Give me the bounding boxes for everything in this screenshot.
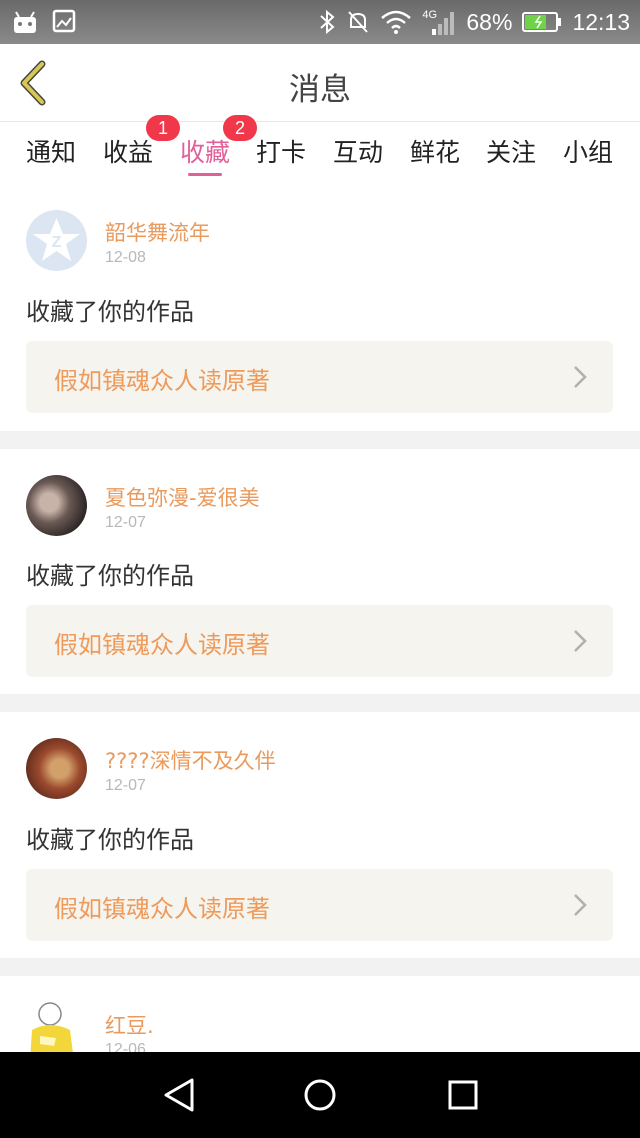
- list-item: 夏色弥漫-爱很美 12-07 收藏了你的作品 假如镇魂众人读原著: [0, 449, 640, 694]
- tab-checkin[interactable]: 打卡: [256, 133, 306, 169]
- list-item: Z 韶华舞流年 12-08 收藏了你的作品 假如镇魂众人读原著: [0, 190, 640, 431]
- chevron-right-icon: [574, 630, 587, 652]
- work-title: 假如镇魂众人读原著: [54, 631, 270, 659]
- earnings-unread-badge: 1: [146, 115, 180, 141]
- signal-indicator: 4G: [422, 7, 456, 37]
- active-tab-indicator: [188, 173, 222, 176]
- username[interactable]: 韶华舞流年: [105, 217, 210, 247]
- timestamp: 12-07: [105, 777, 146, 794]
- username[interactable]: 红豆.: [105, 1010, 154, 1040]
- wifi-icon: [381, 10, 412, 34]
- work-title: 假如镇魂众人读原著: [54, 895, 270, 923]
- tab-notifications[interactable]: 通知: [26, 133, 76, 169]
- username[interactable]: ????深情不及久伴: [105, 745, 276, 775]
- tab-interaction[interactable]: 互动: [333, 133, 383, 169]
- divider: [0, 694, 640, 712]
- status-bar: 4G 68% 12:13: [0, 0, 640, 44]
- username[interactable]: 夏色弥漫-爱很美: [105, 482, 260, 512]
- work-link[interactable]: 假如镇魂众人读原著: [26, 341, 613, 413]
- timestamp: 12-07: [105, 514, 146, 531]
- android-notification-icon: [14, 11, 36, 33]
- battery-icon: [522, 12, 562, 32]
- favorites-unread-badge: 2: [223, 115, 257, 141]
- tab-flowers[interactable]: 鲜花: [410, 133, 460, 169]
- divider: [0, 431, 640, 449]
- list-item: 红豆. 12-06: [0, 976, 640, 1052]
- activity-text: 收藏了你的作品: [26, 826, 194, 854]
- app-header: 消息: [0, 44, 640, 122]
- gallery-icon: [52, 9, 76, 33]
- system-navigation-bar: [0, 1052, 640, 1138]
- signal-icon: [432, 12, 455, 35]
- work-link[interactable]: 假如镇魂众人读原著: [26, 869, 613, 941]
- message-category-tabs: 通知 收益 收藏 打卡 互动 鲜花 关注 小组: [0, 123, 640, 183]
- cartoon-avatar-icon: [30, 1002, 73, 1052]
- battery-percentage: 68%: [466, 8, 513, 35]
- activity-text: 收藏了你的作品: [26, 562, 194, 590]
- mute-icon: [348, 11, 369, 33]
- avatar[interactable]: [26, 475, 87, 536]
- work-link[interactable]: 假如镇魂众人读原著: [26, 605, 613, 677]
- svg-text:Z: Z: [52, 234, 62, 251]
- timestamp: 12-06: [105, 1041, 146, 1052]
- activity-text: 收藏了你的作品: [26, 298, 194, 326]
- work-title: 假如镇魂众人读原著: [54, 367, 270, 395]
- recent-apps-square-icon[interactable]: [440, 1072, 486, 1118]
- chevron-right-icon: [574, 894, 587, 916]
- tab-favorites[interactable]: 收藏: [180, 133, 230, 169]
- chevron-right-icon: [574, 366, 587, 388]
- timestamp: 12-08: [105, 249, 146, 266]
- back-triangle-icon[interactable]: [156, 1072, 202, 1118]
- divider: [0, 958, 640, 976]
- avatar[interactable]: [26, 1000, 87, 1052]
- page-title: 消息: [289, 72, 351, 108]
- tab-groups[interactable]: 小组: [563, 133, 613, 169]
- list-item: ????深情不及久伴 12-07 收藏了你的作品 假如镇魂众人读原著: [0, 712, 640, 958]
- clock: 12:13: [572, 8, 630, 35]
- tab-following[interactable]: 关注: [486, 133, 536, 169]
- home-circle-icon[interactable]: [297, 1072, 343, 1118]
- avatar[interactable]: [26, 738, 87, 799]
- avatar[interactable]: Z: [26, 210, 87, 271]
- bluetooth-icon: [320, 9, 335, 35]
- tab-earnings[interactable]: 收益: [103, 133, 153, 169]
- qzone-star-icon: Z: [33, 218, 80, 261]
